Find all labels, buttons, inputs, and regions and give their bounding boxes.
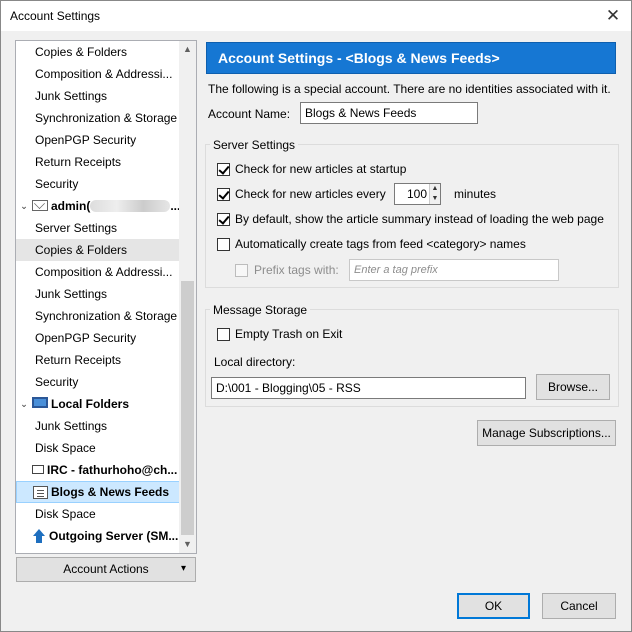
panel-header: Account Settings - <Blogs & News Feeds> xyxy=(206,42,616,74)
tree-item-label: OpenPGP Security xyxy=(35,331,137,345)
scroll-up-icon[interactable]: ▲ xyxy=(179,41,196,58)
tree-item-label: Disk Space xyxy=(35,441,96,455)
tree-item-label: Local Folders xyxy=(51,397,130,411)
minutes-label: minutes xyxy=(454,187,497,201)
tree-item-label: Copies & Folders xyxy=(35,45,128,59)
check-interval-stepper[interactable]: 100 ▲ ▼ xyxy=(394,183,441,205)
account-settings-dialog: Account Settings ✕ Copies & Folders Compo… xyxy=(0,0,632,632)
tag-prefix-input[interactable]: Enter a tag prefix xyxy=(349,259,559,281)
tree-item-label: Composition & Addressi... xyxy=(35,67,173,81)
manage-subscriptions-button[interactable]: Manage Subscriptions... xyxy=(477,420,616,446)
tree-child-item[interactable]: Copies & Folders xyxy=(16,41,180,63)
browse-button[interactable]: Browse... xyxy=(536,374,610,400)
tree-child-item[interactable]: Junk Settings xyxy=(16,415,180,437)
ok-button[interactable]: OK xyxy=(457,593,530,619)
account-name-label: Account Name: xyxy=(208,107,291,121)
tree-child-item[interactable]: Server Settings xyxy=(16,217,180,239)
tree-item-label: Outgoing Server (SM... xyxy=(49,529,179,543)
tree-child-item[interactable]: Security xyxy=(16,371,180,393)
tree-child-item[interactable]: Copies & Folders xyxy=(16,239,180,261)
tree-account-item[interactable]: Outgoing Server (SM... xyxy=(16,525,180,547)
tree-item-label: Security xyxy=(35,177,79,191)
tree-child-item[interactable]: Disk Space xyxy=(16,503,180,525)
increment-icon[interactable]: ▲ xyxy=(429,184,440,194)
tree-child-item[interactable]: OpenPGP Security xyxy=(16,129,180,151)
window-title: Account Settings xyxy=(10,9,101,23)
decrement-icon[interactable]: ▼ xyxy=(429,194,440,204)
empty-trash-checkbox[interactable] xyxy=(217,328,230,341)
special-account-note: The following is a special account. Ther… xyxy=(208,82,611,96)
tree-item-label: Junk Settings xyxy=(35,419,108,433)
rss-feed-icon xyxy=(33,486,48,499)
check-every-label[interactable]: Check for new articles every xyxy=(235,187,386,201)
tree-child-item[interactable]: Synchronization & Storage xyxy=(16,305,180,327)
account-actions-label: Account Actions xyxy=(63,562,149,576)
chat-icon xyxy=(32,465,44,474)
auto-tags-label[interactable]: Automatically create tags from feed <cat… xyxy=(235,237,526,251)
empty-trash-label[interactable]: Empty Trash on Exit xyxy=(235,327,342,341)
chevron-down-icon[interactable]: ⌄ xyxy=(18,393,30,415)
check-startup-checkbox[interactable] xyxy=(217,163,230,176)
account-tree: Copies & Folders Composition & Addressi..… xyxy=(15,40,197,554)
tree-child-item[interactable]: Return Receipts xyxy=(16,151,180,173)
tree-item-label: Security xyxy=(35,375,79,389)
title-bar: Account Settings ✕ xyxy=(1,1,631,31)
tree-item-label: Synchronization & Storage xyxy=(35,309,178,323)
tree-account-item[interactable]: ⌄ admin(... xyxy=(16,195,180,217)
close-icon[interactable]: ✕ xyxy=(601,4,625,28)
tree-child-item[interactable]: Junk Settings xyxy=(16,85,180,107)
tree-account-item[interactable]: ⌄ Local Folders xyxy=(16,393,180,415)
tree-item-label: Return Receipts xyxy=(35,155,122,169)
tree-child-item[interactable]: Security xyxy=(16,173,180,195)
tree-item-label: Copies & Folders xyxy=(35,243,128,257)
tree-item-label: Junk Settings xyxy=(35,89,108,103)
check-every-checkbox[interactable] xyxy=(217,188,230,201)
scrollbar-thumb[interactable] xyxy=(181,281,194,535)
tree-child-item[interactable]: Synchronization & Storage xyxy=(16,107,180,129)
tree-child-item[interactable]: Junk Settings xyxy=(16,283,180,305)
tree-item-label: Return Receipts xyxy=(35,353,122,367)
check-interval-value[interactable]: 100 xyxy=(407,184,427,204)
dropdown-arrow-icon: ▾ xyxy=(180,563,186,574)
prefix-tags-label: Prefix tags with: xyxy=(254,263,339,277)
tree-item-label: Synchronization & Storage xyxy=(35,111,178,125)
show-summary-label[interactable]: By default, show the article summary ins… xyxy=(235,212,604,226)
cancel-button[interactable]: Cancel xyxy=(542,593,616,619)
redacted-email-blur xyxy=(90,200,171,212)
show-summary-checkbox[interactable] xyxy=(217,213,230,226)
local-directory-input[interactable]: D:\001 - Blogging\05 - RSS xyxy=(211,377,526,399)
tree-child-item[interactable]: OpenPGP Security xyxy=(16,327,180,349)
tree-item-label: Junk Settings xyxy=(35,287,108,301)
tree-child-item[interactable]: Disk Space xyxy=(16,437,180,459)
tree-account-item[interactable]: Blogs & News Feeds xyxy=(16,481,180,503)
tree-item-label: Server Settings xyxy=(35,221,118,235)
check-startup-label[interactable]: Check for new articles at startup xyxy=(235,162,406,176)
tree-item-label: IRC - fathurhoho@ch... xyxy=(47,463,178,477)
account-name-input[interactable]: Blogs & News Feeds xyxy=(300,102,478,124)
computer-icon xyxy=(32,397,48,408)
local-directory-label: Local directory: xyxy=(214,355,296,369)
tree-item-label: OpenPGP Security xyxy=(35,133,137,147)
tree-child-item[interactable]: Composition & Addressi... xyxy=(16,261,180,283)
tree-scrollbar[interactable]: ▲ ▼ xyxy=(179,41,196,553)
auto-tags-checkbox[interactable] xyxy=(217,238,230,251)
tree-item-label: admin( xyxy=(51,199,91,213)
tree-item-label: Blogs & News Feeds xyxy=(51,485,170,499)
tree-item-label: Composition & Addressi... xyxy=(35,265,173,279)
prefix-tags-checkbox[interactable] xyxy=(235,264,248,277)
mail-account-icon xyxy=(32,200,48,211)
tree-child-item[interactable]: Return Receipts xyxy=(16,349,180,371)
account-actions-button[interactable]: Account Actions ▾ xyxy=(16,557,196,582)
server-settings-legend: Server Settings xyxy=(210,138,299,152)
scroll-down-icon[interactable]: ▼ xyxy=(179,536,196,553)
outgoing-server-icon xyxy=(32,529,46,543)
tree-item-label: Disk Space xyxy=(35,507,96,521)
chevron-down-icon[interactable]: ⌄ xyxy=(18,195,30,217)
message-storage-legend: Message Storage xyxy=(210,303,311,317)
tree-child-item[interactable]: Composition & Addressi... xyxy=(16,63,180,85)
tree-account-item[interactable]: IRC - fathurhoho@ch... xyxy=(16,459,180,481)
